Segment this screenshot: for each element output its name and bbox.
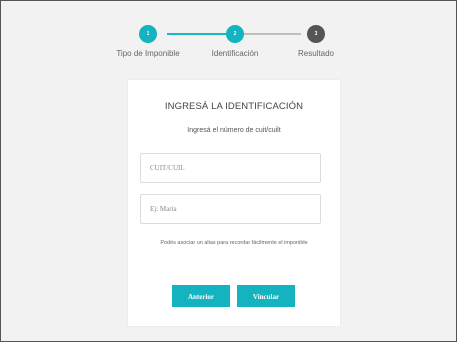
- step-resultado: 3 Resultado: [266, 0, 366, 58]
- card-title: INGRESÁ LA IDENTIFICACIÓN: [164, 101, 304, 112]
- previous-button[interactable]: Anterior: [172, 285, 230, 307]
- card-subtitle: Ingresá el número de cuit/cuilt: [187, 127, 281, 134]
- cuit-input[interactable]: [141, 154, 320, 182]
- step-1-label: Tipo de Imponible: [116, 49, 180, 58]
- progress-stepper: 1 Tipo de Imponible 2 Identificación 3 R…: [0, 0, 457, 70]
- step-3-circle: 3: [307, 25, 325, 43]
- alias-input[interactable]: [141, 195, 320, 223]
- step-3-label: Resultado: [297, 49, 335, 58]
- link-button[interactable]: Vincular: [237, 285, 295, 307]
- cuit-field[interactable]: [140, 153, 321, 183]
- step-tipo-de-imponible: 1 Tipo de Imponible: [98, 0, 198, 58]
- alias-hint: Podés asociar un alias para recordar fác…: [160, 240, 308, 246]
- step-1-circle: 1: [139, 25, 157, 43]
- identification-card: INGRESÁ LA IDENTIFICACIÓN Ingresá el núm…: [128, 80, 340, 326]
- step-2-circle: 2: [226, 25, 244, 43]
- alias-field[interactable]: [140, 194, 321, 224]
